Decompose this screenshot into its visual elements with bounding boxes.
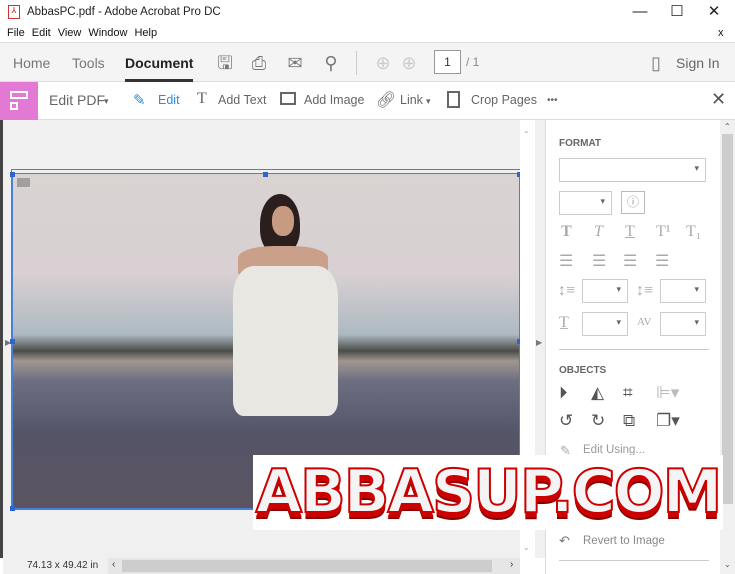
page-number-input[interactable]: 1	[434, 50, 461, 74]
justify-icon[interactable]: ☰	[655, 251, 669, 271]
rotate-right-icon[interactable]: ↻	[591, 411, 605, 431]
toolbar-divider	[356, 51, 357, 75]
menu-edit[interactable]: Edit	[32, 27, 51, 39]
revert-icon: ↶	[559, 533, 570, 548]
document-close-button[interactable]: x	[718, 27, 724, 39]
window-title: AbbasPC.pdf - Adobe Acrobat Pro DC	[27, 6, 221, 18]
edit-pdf-toolbar: Edit PDF ▾ ✎ Edit T Add Text Add Image 🔗…	[0, 82, 735, 120]
text-italic-icon[interactable]: T	[594, 223, 603, 241]
superscript-icon[interactable]: T¹	[656, 223, 671, 241]
horizontal-scale-dropdown[interactable]	[582, 312, 628, 336]
add-text-icon: T	[197, 90, 207, 107]
title-bar: ⅄ AbbasPC.pdf - Adobe Acrobat Pro DC — ☐…	[0, 0, 735, 24]
font-size-dropdown[interactable]	[559, 191, 612, 215]
pdf-file-icon: ⅄	[8, 5, 20, 19]
page-total: / 1	[466, 55, 480, 69]
character-spacing-dropdown[interactable]	[660, 312, 706, 336]
chevron-down-icon: ▾	[426, 96, 431, 106]
close-button[interactable]: ✕	[697, 2, 731, 22]
menu-window[interactable]: Window	[88, 27, 127, 39]
rotate-left-icon[interactable]: ↺	[559, 411, 573, 431]
photo-subject	[228, 194, 348, 424]
flip-vertical-icon[interactable]: ⏵	[559, 383, 568, 403]
crop-pages-button[interactable]: Crop Pages	[471, 93, 537, 107]
paragraph-spacing-icon: ↕≡	[636, 282, 654, 299]
replace-image-icon[interactable]: ⧉	[623, 411, 635, 431]
add-image-button[interactable]: Add Image	[304, 93, 364, 107]
menu-view[interactable]: View	[58, 27, 82, 39]
paragraph-spacing-dropdown[interactable]	[660, 279, 706, 303]
horizontal-scrollbar[interactable]: ‹ ›	[108, 558, 520, 574]
arrange-icon[interactable]: ❐▾	[656, 411, 680, 431]
edit-button[interactable]: Edit	[158, 93, 180, 107]
resize-handle[interactable]	[10, 339, 15, 344]
image-object-icon	[17, 178, 30, 187]
edit-icon: ✎	[133, 92, 146, 109]
maximize-button[interactable]: ☐	[660, 2, 694, 22]
tab-home[interactable]: Home	[13, 55, 50, 71]
save-icon[interactable]: 🖫	[214, 52, 236, 74]
resize-handle[interactable]	[10, 506, 15, 511]
email-icon[interactable]: ✉	[284, 52, 306, 74]
add-image-icon	[280, 92, 296, 105]
edit-pdf-dropdown[interactable]: Edit PDF	[49, 92, 105, 108]
align-right-icon[interactable]: ☰	[623, 251, 637, 271]
section-divider	[559, 560, 709, 561]
menu-bar: File Edit View Window Help x	[0, 24, 735, 43]
sign-in-button[interactable]: Sign In	[676, 55, 720, 71]
format-heading: FORMAT	[559, 138, 602, 149]
more-tools-button[interactable]: •••	[547, 95, 558, 106]
align-center-icon[interactable]: ☰	[592, 251, 606, 271]
edit-pdf-tool-icon[interactable]	[0, 82, 38, 120]
crop-pages-icon	[447, 91, 460, 108]
crop-image-icon[interactable]: ⌗	[623, 383, 633, 403]
print-icon[interactable]: ⎙	[248, 52, 270, 74]
menu-help[interactable]: Help	[134, 27, 157, 39]
chevron-down-icon: ▾	[104, 96, 109, 106]
section-divider	[559, 349, 709, 350]
font-family-dropdown[interactable]	[559, 158, 706, 182]
line-spacing-icon: ↕≡	[558, 282, 576, 299]
main-toolbar: Home Tools Document 🖫 ⎙ ✉ ⚲ ⊕ ⊕ 1 / 1 ▯ …	[0, 43, 735, 82]
watermark-logo: ABBASUP.COM	[253, 455, 723, 530]
status-bar: 74.13 x 49.42 in ‹ ›	[3, 558, 520, 574]
character-spacing-icon: AV	[637, 316, 652, 328]
add-text-button[interactable]: Add Text	[218, 93, 266, 107]
mobile-icon[interactable]: ▯	[645, 52, 667, 74]
search-icon[interactable]: ⚲	[320, 52, 342, 74]
flip-horizontal-icon[interactable]: ◭	[591, 383, 604, 403]
right-panel-toggle-icon[interactable]: ▶	[536, 338, 542, 347]
close-tool-icon[interactable]: ✕	[711, 89, 726, 110]
help-icon[interactable]: ⓘ	[621, 191, 645, 214]
horizontal-scale-icon: T̲	[559, 314, 569, 331]
minimize-button[interactable]: —	[623, 2, 657, 22]
link-icon: 🔗︎	[376, 92, 397, 109]
align-objects-icon[interactable]: ⊫▾	[656, 383, 679, 403]
resize-handle[interactable]	[263, 172, 268, 177]
text-bold-icon[interactable]: T	[561, 223, 572, 241]
link-button[interactable]: Link	[400, 93, 423, 107]
previous-page-icon[interactable]: ⊕	[372, 52, 394, 74]
tab-tools[interactable]: Tools	[72, 55, 105, 71]
next-page-icon[interactable]: ⊕	[398, 52, 420, 74]
revert-to-image-button[interactable]: Revert to Image	[583, 535, 665, 547]
tab-document[interactable]: Document	[125, 55, 194, 82]
subscript-icon[interactable]: T₁	[686, 223, 701, 241]
resize-handle[interactable]	[10, 172, 15, 177]
line-spacing-dropdown[interactable]	[582, 279, 628, 303]
objects-heading: OBJECTS	[559, 365, 607, 376]
menu-file[interactable]: File	[7, 27, 25, 39]
page-dimensions: 74.13 x 49.42 in	[27, 560, 99, 571]
text-underline-icon[interactable]: T	[625, 223, 635, 241]
align-left-icon[interactable]: ☰	[559, 251, 573, 271]
